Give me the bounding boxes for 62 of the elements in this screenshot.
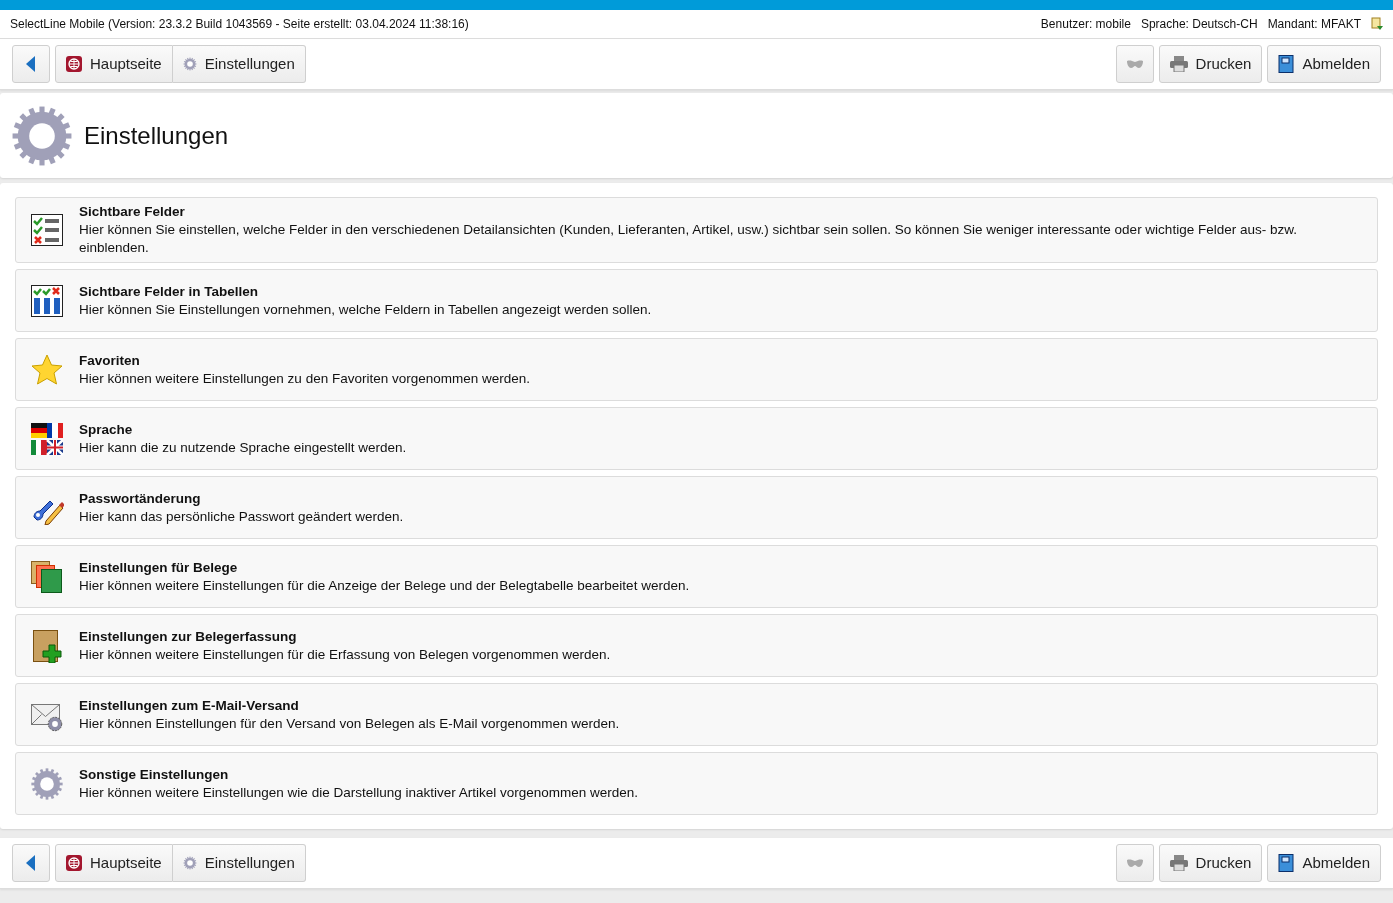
printer-icon	[1169, 855, 1188, 871]
flags-icon	[30, 421, 64, 456]
settings-item[interactable]: Sichtbare Felder in Tabellen Hier können Sie Einstellungen vornehmen, welche Feldern in Tabellen angezeigt werden sollen.	[15, 269, 1378, 332]
globe-icon	[66, 855, 82, 871]
toolbar-button[interactable]: Drucken	[1158, 45, 1263, 83]
breadcrumb-link[interactable]: Hauptseite	[55, 844, 173, 882]
user-text: Benutzer: mobile	[1040, 16, 1131, 33]
settings-item[interactable]: Passwortänderung Hier kann das persönliche Passwort geändert werden.	[15, 476, 1378, 539]
mask-icon	[1126, 59, 1143, 69]
language-text: Sprache: Deutsch-CH	[1140, 16, 1258, 33]
item-description: Hier können Einstellungen für den Versand von Belegen als E-Mail vorgenommen werden.	[79, 714, 620, 733]
gear-icon	[182, 856, 197, 870]
breadcrumb-link[interactable]: Einstellungen	[172, 45, 306, 83]
toolbar-button[interactable]: Abmelden	[1267, 45, 1381, 83]
back-arrow-icon	[26, 56, 36, 72]
item-title: Sonstige Einstellungen	[79, 765, 230, 784]
settings-item[interactable]: Sonstige Einstellungen Hier können weitere Einstellungen wie die Darstellung inaktiver Artikel vorgenommen werden.	[15, 752, 1378, 815]
star-icon	[30, 352, 64, 387]
checklist-icon	[30, 213, 64, 247]
item-title: Sichtbare Felder	[79, 203, 186, 221]
item-description: Hier kann die zu nutzende Sprache eingestellt werden.	[79, 438, 407, 457]
back-button[interactable]	[12, 844, 50, 882]
item-title: Passwortänderung	[79, 489, 202, 508]
item-description: Hier können weitere Einstellungen zu den Favoriten vorgenommen werden.	[79, 369, 530, 388]
item-title: Einstellungen für Belege	[79, 558, 239, 577]
settings-item[interactable]: Einstellungen für Belege Hier können weitere Einstellungen für die Anzeige der Belege und der Belegtabelle bearbeitet werden.	[15, 545, 1378, 608]
item-description: Hier können Sie Einstellungen vornehmen, welche Feldern in Tabellen angezeigt werden sollen.	[79, 300, 652, 319]
breadcrumb-link[interactable]: Einstellungen	[172, 844, 306, 882]
item-description: Hier können Sie einstellen, welche Felder in den verschiedenen Detailansichten (Kunden, Lieferanten, Artikel, usw.) sichtbar sein sollen. So können Sie weniger interessante oder wichtige Felder aus- bzw. einblenden.	[79, 221, 1298, 257]
item-description: Hier können weitere Einstellungen für die Erfassung von Belegen vorgenommen werden.	[79, 645, 611, 664]
client-text: Mandant: MFAKT	[1267, 16, 1361, 33]
item-title: Sichtbare Felder in Tabellen	[79, 282, 260, 301]
printer-icon	[1169, 56, 1188, 72]
documents-icon	[30, 559, 64, 594]
item-description: Hier können weitere Einstellungen wie die Darstellung inaktiver Artikel vorgenommen werden.	[79, 783, 639, 802]
toolbar-button[interactable]: Drucken	[1158, 844, 1263, 882]
settings-item[interactable]	[15, 197, 1378, 263]
back-button[interactable]	[12, 45, 50, 83]
door-icon	[1278, 55, 1295, 73]
mask-icon	[1126, 858, 1143, 868]
item-description: Hier kann das persönliche Passwort geändert werden.	[79, 507, 404, 526]
settings-item[interactable]: Einstellungen zum E-Mail-Versand Hier können Einstellungen für den Versand von Belegen als E-Mail vorgenommen werden.	[15, 683, 1378, 746]
toolbar-button[interactable]: Abmelden	[1267, 844, 1381, 882]
globe-icon	[66, 56, 82, 72]
back-arrow-icon	[26, 855, 36, 871]
settings-item[interactable]: Sprache Hier kann die zu nutzende Sprache eingestellt werden.	[15, 407, 1378, 470]
page-title: Einstellungen	[84, 120, 229, 151]
item-title: Einstellungen zur Belegerfassung	[79, 627, 298, 646]
item-title: Sprache	[79, 420, 134, 439]
gear-icon	[30, 766, 64, 801]
app-info-text: SelectLine Mobile (Version: 23.3.2 Build 1043569 - Seite erstellt: 03.04.2024 11:38:16)	[10, 16, 469, 33]
table-columns-icon	[30, 283, 64, 318]
settings-item[interactable]: Einstellungen zur Belegerfassung Hier können weitere Einstellungen für die Erfassung von Belegen vorgenommen werden.	[15, 614, 1378, 677]
client-switch-icon[interactable]	[1371, 17, 1383, 31]
gear-icon	[182, 57, 197, 71]
item-description: Hier können weitere Einstellungen für die Anzeige der Belege und der Belegtabelle bearbeitet werden.	[79, 576, 690, 595]
settings-item[interactable]: Favoriten Hier können weitere Einstellungen zu den Favoriten vorgenommen werden.	[15, 338, 1378, 401]
document-plus-icon	[30, 628, 64, 663]
item-title: Einstellungen zum E-Mail-Versand	[79, 696, 300, 715]
breadcrumb-link[interactable]: Hauptseite	[55, 45, 173, 83]
door-icon	[1278, 854, 1295, 872]
item-title: Favoriten	[79, 351, 141, 370]
